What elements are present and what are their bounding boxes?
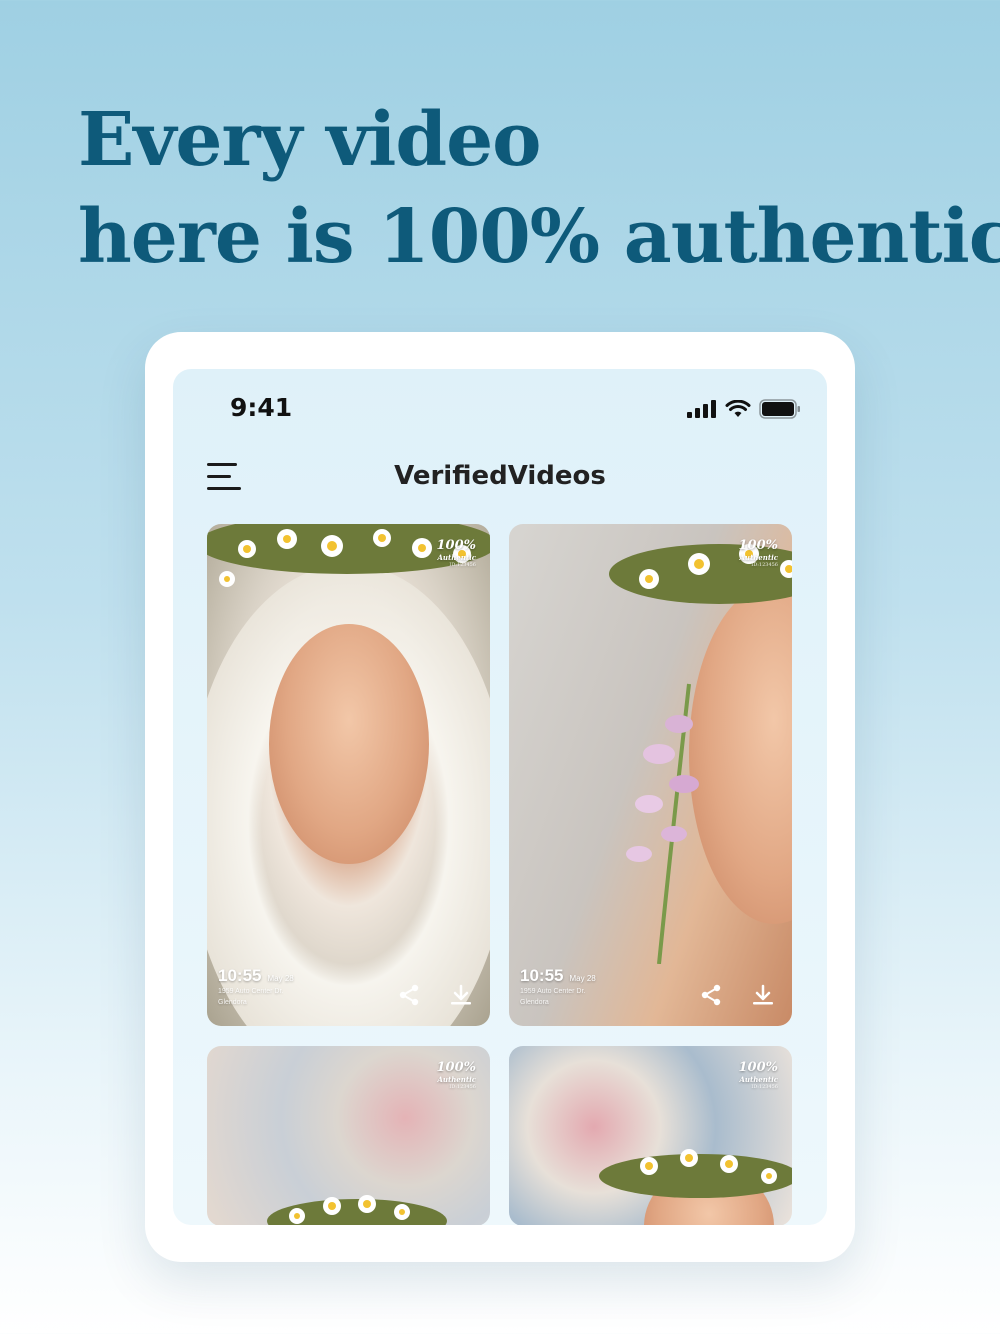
battery-icon <box>759 399 800 419</box>
authentic-badge: 100% Authentic ID:123456 <box>738 1060 779 1090</box>
portrait-face <box>269 624 429 864</box>
status-time: 9:41 <box>230 393 293 422</box>
headline-line-2: here is 100% authentic. <box>78 194 1000 280</box>
video-actions <box>398 984 472 1006</box>
video-card[interactable]: 100% Authentic ID:123456 10:55 May 28 195… <box>509 524 792 1026</box>
video-address: 1959 Auto Center Dr. Glendora <box>520 988 586 1006</box>
device-frame: 9:41 VerifiedVideos 100% Authentic ID:12… <box>145 332 855 1262</box>
headline: Every video here is 100% authentic. <box>78 92 1000 286</box>
flower-crown <box>599 1149 792 1198</box>
flower-stem <box>626 683 699 964</box>
video-card[interactable]: 100% Authentic ID:123456 <box>207 1046 490 1225</box>
video-date: May 28 <box>569 974 596 983</box>
video-time: 10:55 <box>218 966 262 985</box>
authentic-badge: 100% Authentic ID:123456 <box>436 1060 477 1090</box>
authentic-badge: 100% Authentic ID:123456 <box>436 538 477 568</box>
download-icon[interactable] <box>450 984 472 1006</box>
video-meta: 10:55 May 28 1959 Auto Center Dr. Glendora <box>520 966 640 1008</box>
video-meta: 10:55 May 28 1959 Auto Center Dr. Glendora <box>218 966 338 1008</box>
download-icon[interactable] <box>752 984 774 1006</box>
flower-crown <box>267 1195 447 1225</box>
signal-icon <box>687 400 716 418</box>
video-address: 1959 Auto Center Dr. Glendora <box>218 988 284 1006</box>
status-icons <box>687 399 801 419</box>
headline-line-1: Every video <box>78 97 542 183</box>
video-card[interactable]: 100% Authentic ID:123456 <box>509 1046 792 1225</box>
share-icon[interactable] <box>398 984 420 1006</box>
video-actions <box>700 984 774 1006</box>
video-time: 10:55 <box>520 966 564 985</box>
app-screen: 9:41 VerifiedVideos 100% Authentic ID:12… <box>173 369 827 1225</box>
share-icon[interactable] <box>700 984 722 1006</box>
wifi-icon <box>725 400 751 417</box>
video-card[interactable]: 100% Authentic ID:123456 10:55 May 28 195… <box>207 524 490 1026</box>
app-title: VerifiedVideos <box>394 461 606 491</box>
authentic-badge: 100% Authentic ID:123456 <box>738 538 779 568</box>
video-date: May 28 <box>267 974 294 983</box>
